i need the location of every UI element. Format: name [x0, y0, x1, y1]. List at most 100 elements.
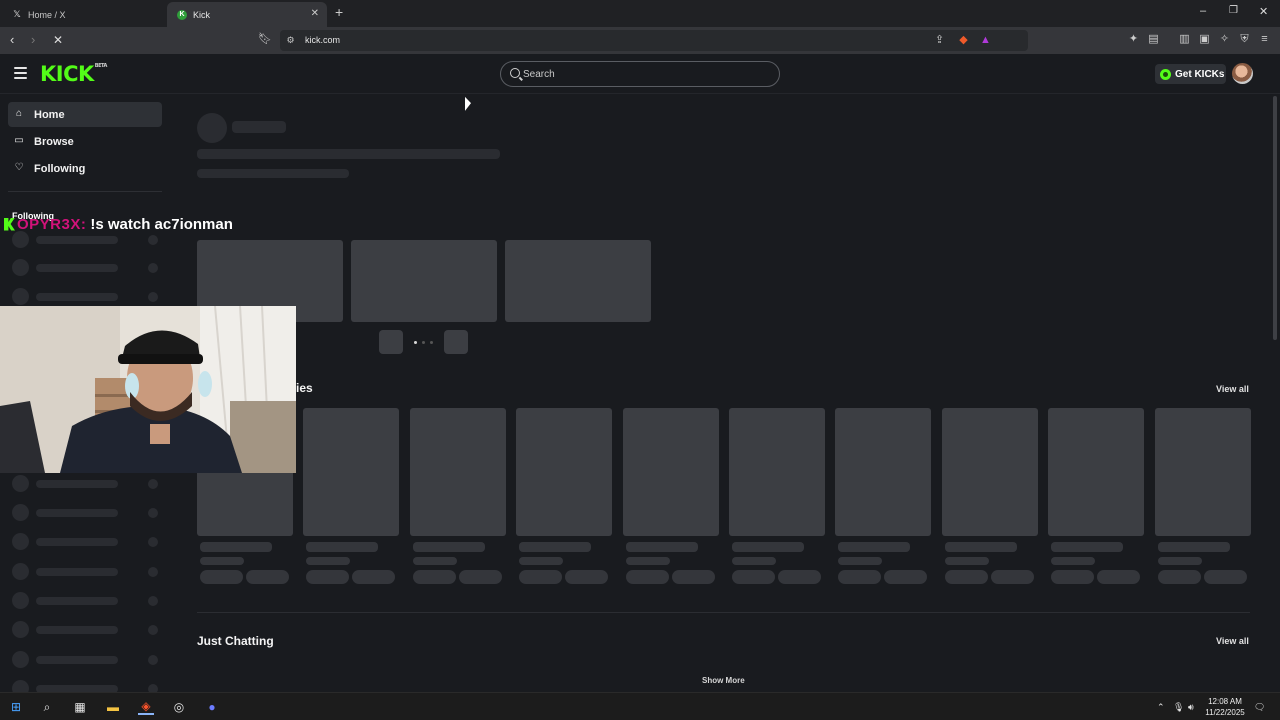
category-tag-skeleton	[884, 570, 927, 584]
hamburger-menu-icon[interactable]	[14, 67, 27, 79]
category-tag-skeleton	[565, 570, 608, 584]
category-tag-skeleton	[945, 570, 988, 584]
extensions-icon[interactable]: ✦	[1127, 33, 1140, 46]
sidebar-item-home[interactable]: ⌂ Home	[8, 102, 162, 127]
system-clock[interactable]: 12:08 AM 11/22/2025	[1200, 696, 1250, 718]
close-tab-icon[interactable]: ✕	[311, 8, 319, 19]
bookmark-icon[interactable]: 🔖︎	[258, 33, 272, 46]
show-more-button[interactable]: Show More	[702, 676, 745, 685]
category-title-skeleton	[200, 542, 272, 552]
close-window-icon[interactable]: ✕	[1259, 5, 1268, 18]
category-title-skeleton	[519, 542, 591, 552]
brave-shield-icon[interactable]: ◆	[957, 34, 970, 47]
carousel-next-button[interactable]	[444, 330, 468, 354]
page-scrollbar[interactable]	[1273, 96, 1277, 340]
file-explorer-icon[interactable]: ▬	[105, 699, 121, 715]
chat-username: OPYR3X:	[17, 215, 87, 233]
search-input[interactable]	[523, 66, 763, 82]
category-tag-skeleton	[1204, 570, 1247, 584]
categories-view-all-link[interactable]: View all	[1216, 384, 1249, 394]
category-title-skeleton	[838, 542, 910, 552]
category-viewers-skeleton	[838, 557, 882, 565]
kick-logo[interactable]: KICKBETA	[40, 62, 107, 86]
kick-favicon-icon: K	[177, 9, 187, 20]
featured-title-skeleton	[197, 149, 500, 159]
restore-icon[interactable]: ❐	[1229, 5, 1238, 16]
chat-overlay: OPYR3X: !s watch ac7ionman	[4, 213, 233, 235]
volume-icon[interactable]: 🔊︎	[1188, 702, 1194, 713]
site-header: KICKBETA Get KICKs	[0, 54, 1280, 94]
microphone-icon[interactable]: 🎙︎	[1173, 702, 1184, 713]
category-tag-skeleton	[991, 570, 1034, 584]
following-skeleton-row	[12, 504, 162, 521]
browser-toolbar: ‹ › ✕ 🔖︎ ⚙ kick.com ⇪ ◆ ▲ ✦ ▤ ▥ ▣ ✧ ⛨ ≡	[0, 27, 1280, 54]
minimize-icon[interactable]: –	[1200, 5, 1206, 17]
category-card-skeleton[interactable]	[1048, 408, 1144, 536]
tray-chevron-icon[interactable]: ⌃	[1157, 702, 1165, 713]
heart-icon: ♡	[14, 162, 24, 173]
category-card-skeleton[interactable]	[623, 408, 719, 536]
sidebar-item-label: Home	[34, 108, 65, 121]
category-tag-skeleton	[413, 570, 456, 584]
following-skeleton-row	[12, 533, 162, 550]
category-card-skeleton[interactable]	[729, 408, 825, 536]
category-card-skeleton[interactable]	[410, 408, 506, 536]
windows-start-icon[interactable]: ⊞	[8, 699, 24, 715]
sidebar-toggle-icon[interactable]: ▥	[1178, 33, 1191, 46]
category-title-skeleton	[1051, 542, 1123, 552]
category-tag-skeleton	[1158, 570, 1201, 584]
search-bar[interactable]	[500, 61, 780, 87]
back-icon[interactable]: ‹	[10, 32, 14, 47]
menu-icon[interactable]: ≡	[1258, 33, 1271, 46]
sidebar-item-browse[interactable]: ▭ Browse	[8, 129, 162, 154]
user-avatar[interactable]	[1232, 63, 1253, 84]
vpn-icon[interactable]: ⛨	[1238, 33, 1251, 46]
category-title-skeleton	[1158, 542, 1230, 552]
following-skeleton-row	[12, 259, 162, 276]
new-tab-button[interactable]: +	[335, 4, 343, 20]
category-card-skeleton[interactable]	[942, 408, 1038, 536]
carousel-card-skeleton[interactable]	[505, 240, 651, 322]
category-viewers-skeleton	[200, 557, 244, 565]
category-tag-skeleton	[838, 570, 881, 584]
category-card-skeleton[interactable]	[303, 408, 399, 536]
taskbar-search-icon[interactable]: ⌕	[39, 699, 55, 715]
category-card-skeleton[interactable]	[1155, 408, 1251, 536]
following-skeleton-row	[12, 592, 162, 609]
category-card-skeleton[interactable]	[516, 408, 612, 536]
task-view-icon[interactable]: ▦	[72, 699, 88, 715]
app-icon[interactable]: ●	[204, 699, 220, 715]
kick-badge-icon	[4, 217, 15, 231]
category-tag-skeleton	[672, 570, 715, 584]
get-kicks-button[interactable]: Get KICKs	[1155, 64, 1226, 84]
category-viewers-skeleton	[519, 557, 563, 565]
address-bar[interactable]: ⚙ kick.com ⇪ ◆ ▲	[280, 30, 1028, 51]
home-icon: ⌂	[15, 108, 23, 119]
leo-ai-icon[interactable]: ✧	[1218, 33, 1231, 46]
sidebar-item-following[interactable]: ♡ Following	[8, 156, 162, 181]
tab-groups-icon[interactable]: ▤	[1147, 33, 1160, 46]
carousel-prev-button[interactable]	[379, 330, 403, 354]
share-icon[interactable]: ⇪	[933, 34, 946, 47]
category-tag-skeleton	[352, 570, 395, 584]
carousel-card-skeleton[interactable]	[351, 240, 497, 322]
category-viewers-skeleton	[945, 557, 989, 565]
tab-home-x[interactable]: 𝕏 Home / X	[2, 2, 166, 27]
brave-rewards-icon[interactable]: ▲	[979, 34, 992, 47]
just-chatting-view-all-link[interactable]: View all	[1216, 636, 1249, 646]
stop-loading-icon[interactable]: ✕	[53, 33, 63, 47]
forward-icon[interactable]: ›	[31, 32, 35, 47]
carousel-dot-active[interactable]	[414, 341, 417, 344]
obs-studio-icon[interactable]: ◎	[171, 699, 187, 715]
notifications-icon[interactable]: 🗨︎	[1254, 702, 1265, 713]
carousel-dot[interactable]	[422, 341, 425, 344]
wallet-icon[interactable]: ▣	[1198, 33, 1211, 46]
tab-kick[interactable]: K Kick ✕	[167, 2, 327, 27]
brave-browser-icon[interactable]: ◈	[138, 699, 154, 715]
following-skeleton-row	[12, 288, 162, 305]
category-card-skeleton[interactable]	[835, 408, 931, 536]
carousel-dot[interactable]	[430, 341, 433, 344]
category-tag-skeleton	[459, 570, 502, 584]
clock-date: 11/22/2025	[1205, 708, 1245, 717]
site-settings-icon[interactable]: ⚙	[284, 34, 297, 47]
